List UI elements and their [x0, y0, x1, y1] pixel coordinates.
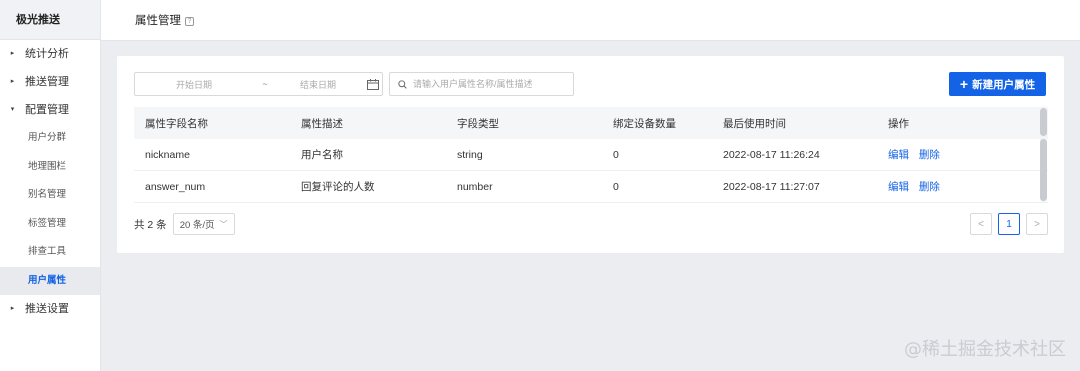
sidebar-item-user-attributes[interactable]: 用户属性 [0, 266, 100, 295]
scrollbar-thumb[interactable] [1040, 108, 1047, 136]
cell-type: number [457, 180, 493, 193]
column-header-type: 字段类型 [457, 117, 499, 130]
plus-icon: + [959, 76, 969, 92]
menu-item-push-settings[interactable]: ▸ 推送设置 [0, 295, 100, 323]
cell-last-used: 2022-08-17 11:27:07 [723, 180, 820, 193]
sidebar-item-user-segments[interactable]: 用户分群 [0, 124, 100, 153]
menu-item-stats[interactable]: ▸ 统计分析 [0, 40, 100, 68]
page-title: 属性管理 [135, 15, 181, 27]
column-header-name: 属性字段名称 [145, 117, 208, 130]
column-header-last-used: 最后使用时间 [723, 117, 786, 130]
sidebar-item-geofence[interactable]: 地理围栏 [0, 153, 100, 182]
search-icon [398, 79, 407, 89]
next-page-button[interactable]: > [1026, 213, 1048, 235]
caret-down-icon: ▾ [10, 106, 15, 113]
date-separator: ~ [262, 79, 268, 89]
page-size-select[interactable]: 20 条/页 ﹀ [172, 213, 235, 235]
table-header-row: 属性字段名称 属性描述 字段类型 绑定设备数量 最后使用时间 操作 [134, 107, 1048, 139]
delete-link[interactable]: 删除 [919, 149, 940, 161]
total-count: 共 2 条 [134, 218, 167, 231]
start-date-field[interactable]: 开始日期 [135, 78, 253, 91]
table-scrollbar[interactable] [1040, 106, 1047, 202]
cell-name: nickname [145, 148, 190, 161]
new-user-attribute-button[interactable]: + 新建用户属性 [949, 72, 1046, 96]
scrollbar-thumb-lower[interactable] [1040, 139, 1047, 201]
menu-item-config[interactable]: ▾ 配置管理 [0, 96, 100, 124]
menu-item-push[interactable]: ▸ 推送管理 [0, 68, 100, 96]
caret-right-icon: ▸ [10, 50, 15, 57]
table-row: nickname 用户名称 string 0 2022-08-17 11:26:… [134, 139, 1048, 171]
attributes-table: 属性字段名称 属性描述 字段类型 绑定设备数量 最后使用时间 操作 nickna… [134, 107, 1048, 203]
cell-actions: 编辑 删除 [877, 179, 1037, 194]
brand-title: 极光推送 [0, 0, 100, 40]
page-size-value: 20 条/页 [179, 220, 215, 231]
menu-item-label: 配置管理 [25, 104, 69, 116]
help-icon[interactable]: ? [185, 16, 194, 26]
page-button-current[interactable]: 1 [998, 213, 1020, 235]
toolbar: 开始日期 ~ 结束日期 + 新建用户属性 [134, 72, 1048, 96]
column-header-devices: 绑定设备数量 [613, 117, 676, 130]
sidebar-item-tags[interactable]: 标签管理 [0, 210, 100, 239]
content-card: 开始日期 ~ 结束日期 + 新建用户属性 属性字段名称 属性描述 [117, 56, 1064, 253]
sidebar-item-alias[interactable]: 别名管理 [0, 181, 100, 210]
end-date-field[interactable]: 结束日期 [277, 78, 359, 91]
column-header-desc: 属性描述 [301, 117, 343, 130]
cell-devices: 0 [613, 180, 619, 193]
chevron-down-icon: ﹀ [219, 219, 228, 229]
cell-type: string [457, 148, 483, 161]
sidebar: 极光推送 ▸ 统计分析 ▸ 推送管理 ▾ 配置管理 用户分群 地理围栏 别名管理… [0, 0, 101, 371]
cell-desc: 回复评论的人数 [301, 181, 375, 193]
pagination: < 1 > [970, 213, 1048, 235]
delete-link[interactable]: 删除 [919, 181, 940, 193]
cell-devices: 0 [613, 148, 619, 161]
cell-name: answer_num [145, 180, 206, 193]
cell-desc: 用户名称 [301, 149, 343, 161]
watermark: @稀土掘金技术社区 [904, 339, 1066, 360]
search-box[interactable] [389, 72, 574, 96]
menu-item-label: 统计分析 [25, 48, 69, 60]
sidebar-item-troubleshoot[interactable]: 排查工具 [0, 238, 100, 267]
menu-item-label: 推送设置 [25, 303, 69, 315]
edit-link[interactable]: 编辑 [888, 181, 909, 193]
column-header-actions: 操作 [888, 117, 909, 130]
page-header: 属性管理 ? [101, 0, 1080, 41]
prev-page-button[interactable]: < [970, 213, 992, 235]
cell-actions: 编辑 删除 [877, 147, 1037, 162]
cell-last-used: 2022-08-17 11:26:24 [723, 148, 820, 161]
calendar-icon [367, 78, 379, 90]
date-range-picker[interactable]: 开始日期 ~ 结束日期 [134, 72, 383, 96]
pagination-summary: 共 2 条 20 条/页 ﹀ [134, 213, 235, 235]
table-row: answer_num 回复评论的人数 number 0 2022-08-17 1… [134, 171, 1048, 203]
new-button-label: 新建用户属性 [972, 78, 1036, 91]
caret-right-icon: ▸ [10, 78, 15, 85]
menu-item-label: 推送管理 [25, 76, 69, 88]
caret-right-icon: ▸ [10, 305, 15, 312]
search-input[interactable] [413, 79, 563, 89]
edit-link[interactable]: 编辑 [888, 149, 909, 161]
